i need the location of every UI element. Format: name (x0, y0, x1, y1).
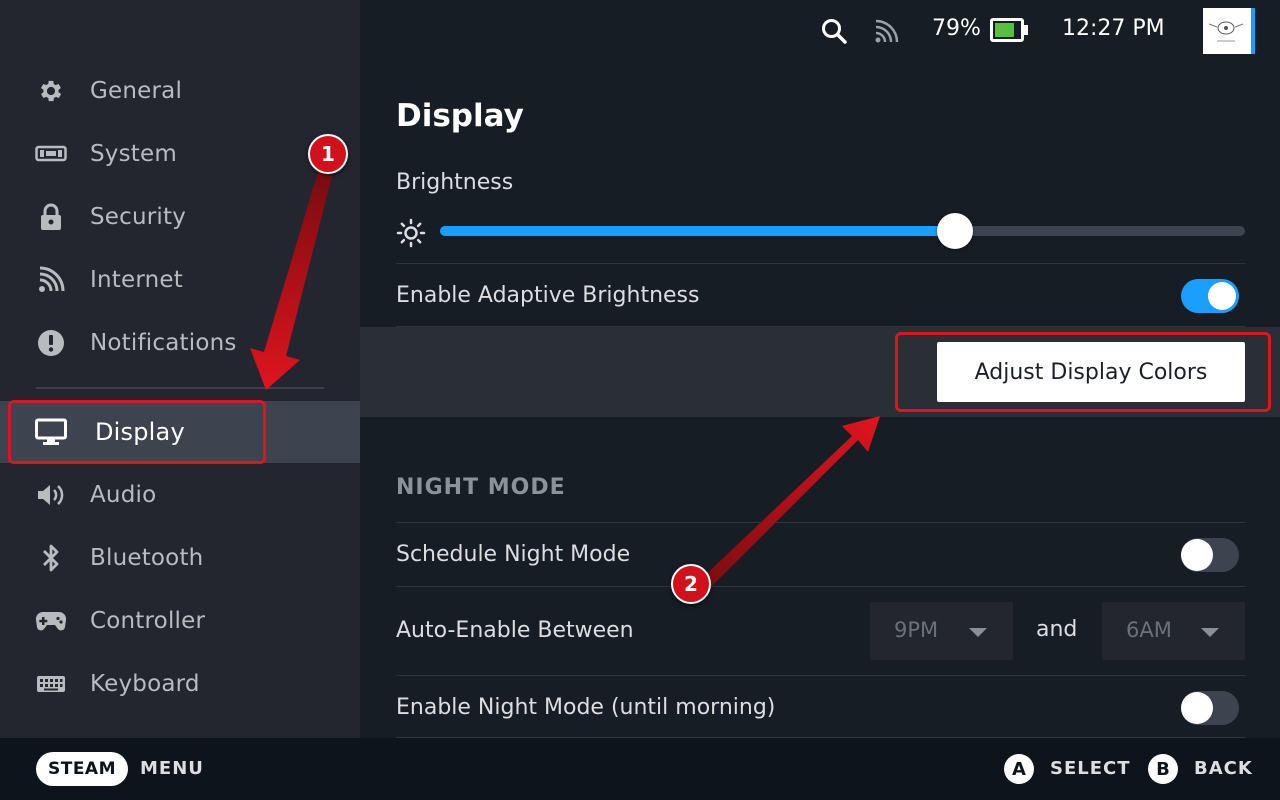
annotation-highlight-display (8, 400, 266, 464)
annotation-highlight-adjust-colors (895, 332, 1271, 412)
annotation-arrow-2 (700, 416, 880, 590)
annotation-arrow-1 (250, 172, 332, 390)
annotation-badge-2: 2 (671, 564, 711, 604)
annotation-badge-1: 1 (308, 134, 348, 174)
